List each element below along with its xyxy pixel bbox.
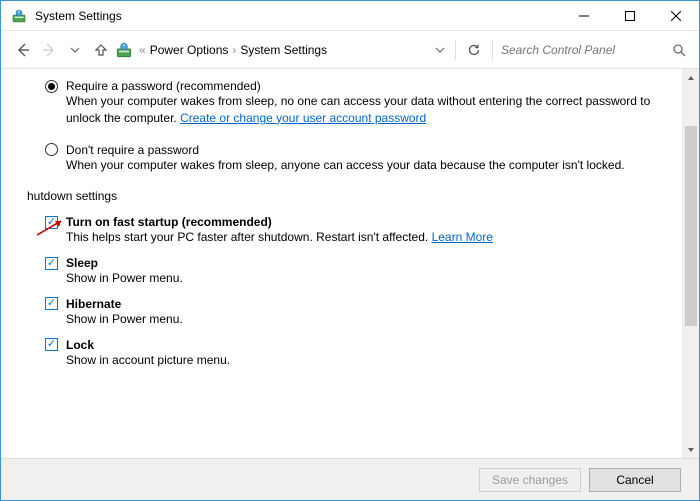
search-box[interactable]	[499, 37, 689, 63]
maximize-button[interactable]	[607, 1, 653, 31]
save-changes-button[interactable]: Save changes	[479, 468, 581, 492]
navigation-bar: « Power Options › System Settings	[1, 31, 699, 69]
breadcrumb-item-power-options[interactable]: Power Options	[150, 43, 229, 57]
vertical-scrollbar[interactable]	[682, 69, 699, 458]
forward-button[interactable]	[37, 36, 61, 64]
require-password-description: When your computer wakes from sleep, no …	[66, 93, 656, 127]
minimize-button[interactable]	[561, 1, 607, 31]
checkbox-lock[interactable]	[45, 338, 58, 351]
footer-bar: Save changes Cancel	[1, 458, 699, 500]
back-button[interactable]	[11, 36, 35, 64]
scrollbar-track[interactable]	[683, 86, 699, 441]
control-panel-icon	[11, 8, 27, 24]
window-title: System Settings	[35, 9, 561, 23]
checkbox-label-lock: Lock	[66, 338, 94, 352]
lock-description: Show in account picture menu.	[66, 352, 656, 369]
shutdown-settings-heading: Shutdown settings	[27, 189, 656, 203]
search-icon[interactable]	[669, 43, 689, 57]
breadcrumb-item-system-settings[interactable]: System Settings	[240, 43, 327, 57]
scrollbar-thumb[interactable]	[685, 126, 697, 326]
search-input[interactable]	[499, 42, 669, 58]
radio-dont-require-password[interactable]	[45, 143, 58, 156]
chevron-icon: «	[139, 43, 146, 57]
refresh-button[interactable]	[462, 36, 486, 64]
radio-label-require-password: Require a password (recommended)	[66, 79, 261, 93]
content-area: Require a password (recommended) When yo…	[1, 69, 682, 458]
learn-more-link[interactable]: Learn More	[432, 230, 493, 244]
divider	[455, 40, 456, 60]
fast-startup-description: This helps start your PC faster after sh…	[66, 229, 656, 246]
scroll-down-button[interactable]	[683, 441, 699, 458]
power-options-icon	[115, 41, 133, 59]
up-button[interactable]	[89, 36, 113, 64]
breadcrumb[interactable]: « Power Options › System Settings	[115, 41, 327, 59]
checkbox-sleep[interactable]	[45, 257, 58, 270]
hibernate-description: Show in Power menu.	[66, 311, 656, 328]
checkbox-label-sleep: Sleep	[66, 256, 98, 270]
checkbox-label-fast-startup: Turn on fast startup (recommended)	[66, 215, 272, 229]
checkbox-fast-startup[interactable]	[45, 216, 58, 229]
divider	[492, 40, 493, 60]
scroll-up-button[interactable]	[683, 69, 699, 86]
chevron-right-icon: ›	[232, 43, 236, 57]
cancel-button[interactable]: Cancel	[589, 468, 681, 492]
title-bar: System Settings	[1, 1, 699, 31]
address-dropdown-icon[interactable]	[431, 36, 449, 64]
checkbox-label-hibernate: Hibernate	[66, 297, 121, 311]
create-change-password-link[interactable]: Create or change your user account passw…	[180, 111, 426, 125]
checkbox-hibernate[interactable]	[45, 297, 58, 310]
close-button[interactable]	[653, 1, 699, 31]
dont-require-password-description: When your computer wakes from sleep, any…	[66, 157, 656, 174]
radio-label-dont-require-password: Don't require a password	[66, 143, 199, 157]
radio-require-password[interactable]	[45, 80, 58, 93]
sleep-description: Show in Power menu.	[66, 270, 656, 287]
recent-dropdown-icon[interactable]	[63, 36, 87, 64]
